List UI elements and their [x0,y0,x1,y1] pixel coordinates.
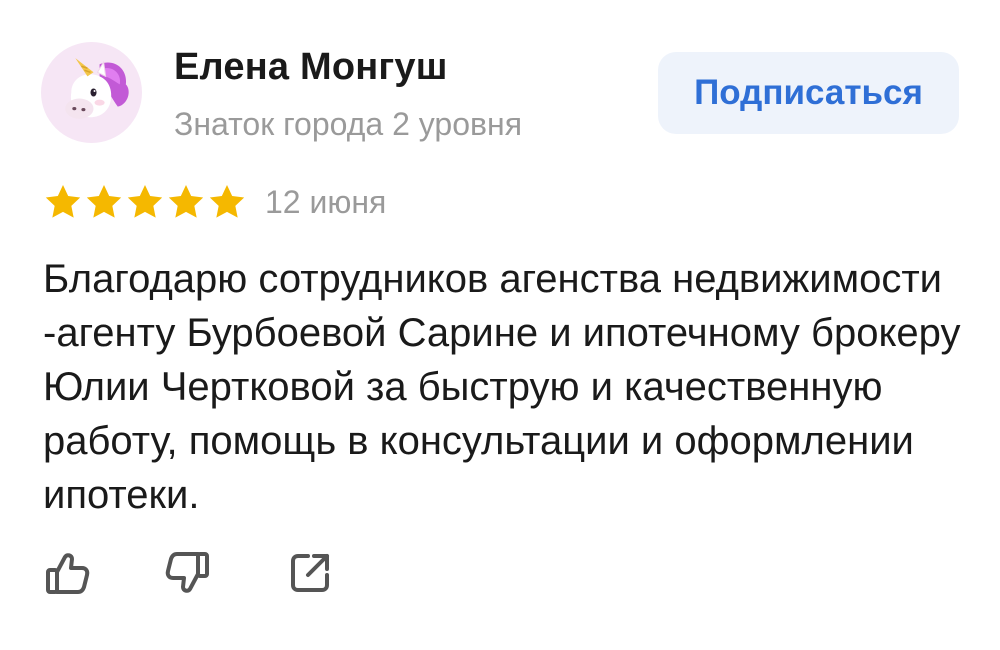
thumbs-up-icon [46,553,90,594]
avatar[interactable] [41,42,142,143]
unicorn-icon [65,58,129,119]
star-icon [168,185,204,218]
author-name[interactable]: Елена Монгуш [174,46,448,89]
subscribe-button[interactable]: Подписаться [658,52,959,134]
review-text: Благодарю сотрудников агенства недвижимо… [43,257,961,517]
star-rating [43,182,247,222]
rating-row: 12 июня [43,180,386,224]
star-icon [86,185,122,218]
review-date: 12 июня [265,183,387,220]
star-icon [127,185,163,218]
star-icon [209,185,245,218]
author-level: Знаток города 2 уровня [174,106,523,142]
thumbs-down-icon [165,552,209,593]
like-button[interactable] [42,547,94,599]
dislike-button[interactable] [161,547,213,599]
star-icon [45,185,81,218]
share-button[interactable] [284,547,336,599]
share-icon [291,554,329,592]
